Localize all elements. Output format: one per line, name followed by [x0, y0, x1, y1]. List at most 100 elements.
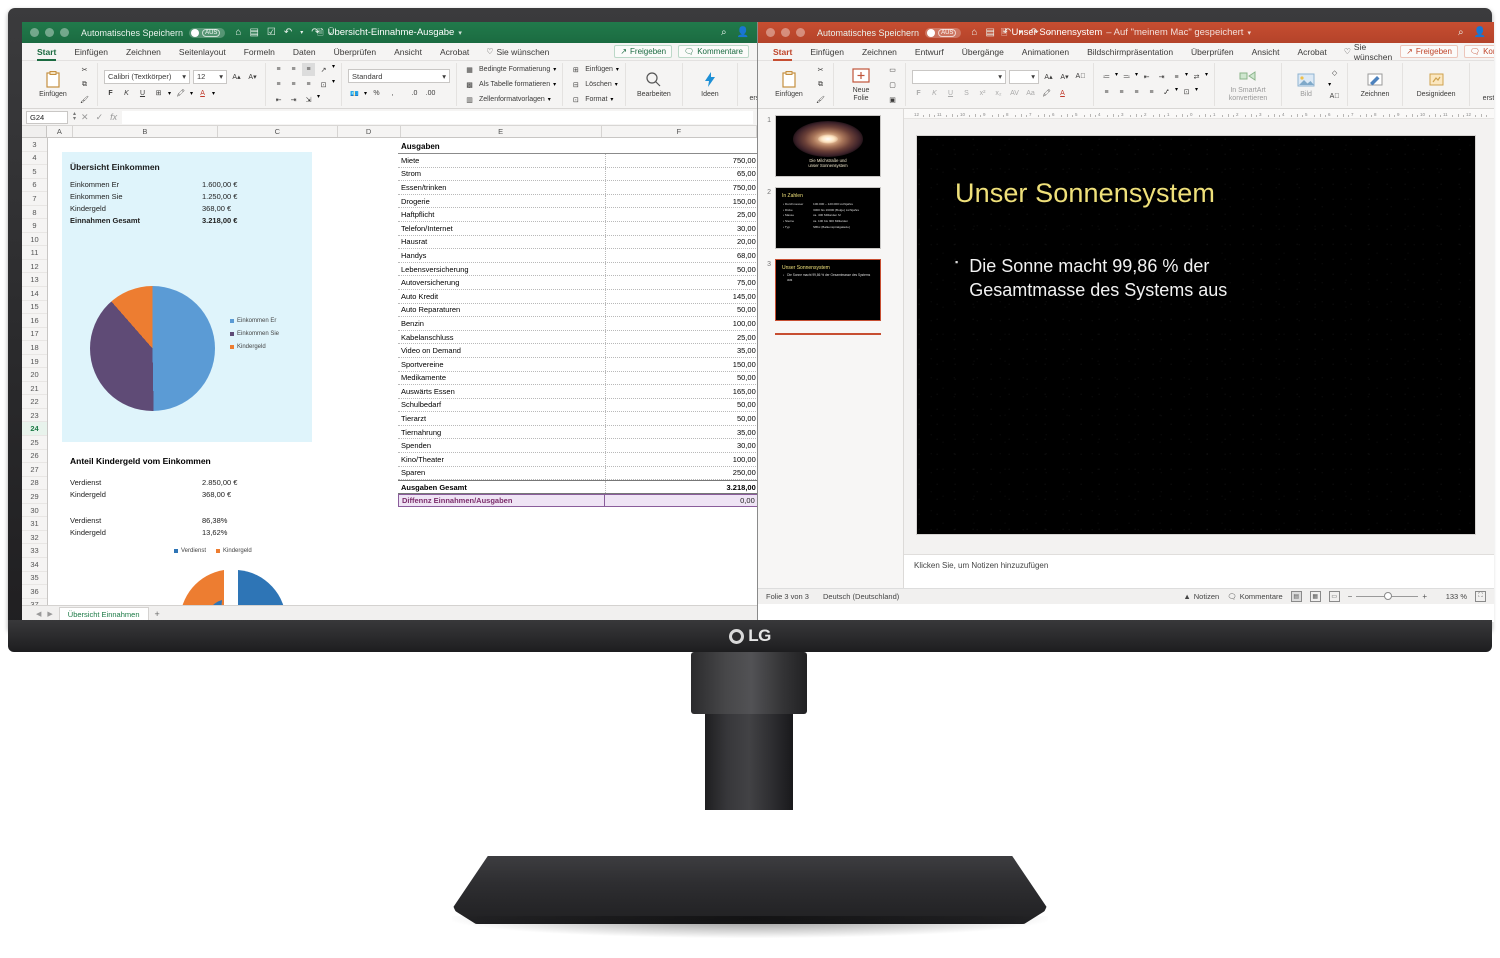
edit-button[interactable]: Bearbeiten: [632, 70, 676, 99]
font-name-box[interactable]: Calibri (Textkörper) ▾: [104, 69, 190, 84]
ribbon-group-cells[interactable]: ⊞ Einfügen ▾ ⊟ Löschen ▾ ⊡ Format ▾: [563, 63, 626, 106]
ppt-font-size-box[interactable]: ▾: [1009, 69, 1039, 84]
reset-icon[interactable]: ▢: [886, 78, 899, 91]
ppt-tab-ueberpruefen[interactable]: Überprüfen: [1182, 43, 1243, 61]
ppt-status-bar[interactable]: Folie 3 von 3 Deutsch (Deutschland) ▲ No…: [758, 588, 1494, 604]
row-header-18[interactable]: 18: [22, 341, 47, 355]
name-box-stepper[interactable]: ▴ ▾: [73, 111, 76, 122]
row-header-34[interactable]: 34: [22, 558, 47, 572]
ppt-titlebar-right[interactable]: ⌕ 👤: [1458, 27, 1486, 38]
quick-access-toolbar[interactable]: ⌂ ▤ ☑ ↶ ▾ ↷ ⌄: [235, 27, 334, 38]
ppt-tab-einfuegen[interactable]: Einfügen: [801, 43, 853, 61]
row-headers[interactable]: 3 4 5 6 7 8 9 10 11 12 13 14 15 16 17 18 19 20 21 22 23 24 25 2…: [22, 138, 48, 605]
tab-zeichnen[interactable]: Zeichnen: [117, 43, 170, 61]
formula-input[interactable]: [122, 110, 753, 124]
row-header-24[interactable]: 24: [22, 422, 47, 437]
numbering-icon[interactable]: ≕: [1120, 71, 1133, 84]
text-highlight-icon[interactable]: 🖍: [1040, 87, 1053, 100]
minimize-icon[interactable]: [781, 28, 790, 37]
paste-button[interactable]: Einfügen: [32, 70, 74, 99]
decrease-decimal-icon[interactable]: .00: [424, 87, 437, 100]
title-chevron-icon[interactable]: ▾: [1247, 29, 1251, 37]
ppt-tab-animationen[interactable]: Animationen: [1013, 43, 1078, 61]
ideas-button[interactable]: Ideen: [689, 70, 731, 99]
share-button[interactable]: ↗ Freigeben: [614, 45, 673, 58]
format-painter-icon[interactable]: 🖌: [78, 93, 91, 106]
copy-icon[interactable]: ⧉: [814, 78, 827, 91]
expenses-panel[interactable]: Ausgaben Miete 750,00 € Strom 65,00 € Essen/…: [398, 140, 757, 508]
superscript-icon[interactable]: x²: [976, 87, 989, 100]
tab-seitenlayout[interactable]: Seitenlayout: [170, 43, 235, 61]
row-header-33[interactable]: 33: [22, 544, 47, 558]
search-icon[interactable]: ⌕: [721, 27, 727, 38]
align-top-icon[interactable]: ≡: [272, 63, 285, 76]
qat-overflow-icon[interactable]: ⌄: [1047, 29, 1053, 36]
ribbon-group-clipboard[interactable]: Einfügen ✂ ⧉ 🖌: [26, 63, 98, 106]
column-header-f[interactable]: F: [602, 126, 757, 137]
ribbon-group-editing[interactable]: Bearbeiten: [626, 63, 683, 106]
convert-smartart-button[interactable]: In SmartArt konvertieren: [1221, 66, 1275, 103]
new-slide-button[interactable]: Neue Folie: [840, 66, 882, 103]
ppt-window-traffic-lights[interactable]: [766, 28, 805, 37]
columns-icon[interactable]: ⑇: [1160, 86, 1173, 99]
save-icon[interactable]: ▤: [249, 27, 258, 38]
slide-title[interactable]: Unser Sonnensystem: [955, 178, 1215, 209]
design-ideas-button[interactable]: Designideen: [1409, 70, 1463, 99]
ppt-ribbon[interactable]: Einfügen ✂ ⧉ 🖌 Neue Folie ▭ ▢ ▣ ▾ ▾ A▴ A…: [758, 61, 1494, 109]
picture-button[interactable]: Bild: [1288, 70, 1324, 99]
redo-icon[interactable]: ↷: [311, 27, 319, 38]
undo-chevron-icon[interactable]: ▾: [1019, 30, 1022, 36]
redo-icon[interactable]: ↷: [1030, 27, 1038, 38]
close-icon[interactable]: [766, 28, 775, 37]
excel-titlebar-right[interactable]: ⌕ 👤: [721, 27, 749, 38]
slide-editor-area[interactable]: 12 11 10 9 8 7 6 5 4 3 2 1 0 1 2 3 4 5 6 7 8 9 10 11 12 Unser So…: [904, 109, 1494, 588]
align-left-icon[interactable]: ≡: [1100, 86, 1113, 99]
row-header-36[interactable]: 36: [22, 585, 47, 599]
format-painter-icon[interactable]: 🖌: [814, 93, 827, 106]
ppt-tab-start[interactable]: Start: [764, 43, 801, 61]
bold-icon[interactable]: F: [104, 87, 117, 100]
undo-icon[interactable]: ↶: [284, 27, 292, 38]
ppt-group-insert[interactable]: Bild ◇ ▾ A⃞: [1282, 63, 1349, 106]
row-header-29[interactable]: 29: [22, 490, 47, 504]
undo-chevron-icon[interactable]: ▾: [300, 30, 303, 36]
search-icon[interactable]: ⌕: [1458, 27, 1464, 38]
tab-start[interactable]: Start: [28, 43, 65, 61]
row-header-12[interactable]: 12: [22, 260, 47, 274]
insert-cells-label[interactable]: Einfügen: [585, 66, 613, 73]
ppt-share-button[interactable]: ↗ Freigeben: [1400, 45, 1458, 58]
excel-ribbon[interactable]: Einfügen ✂ ⧉ 🖌 Calibri (Textkörper) ▾ 12…: [22, 61, 757, 109]
align-text-icon[interactable]: ⊡: [1180, 86, 1193, 99]
row-header-5[interactable]: 5: [22, 165, 47, 179]
increase-indent-icon[interactable]: ⇥: [287, 93, 300, 106]
comments-button[interactable]: 🗨 Kommentare: [678, 45, 749, 58]
income-pie-chart[interactable]: Einkommen Er Einkommen Sie Kindergeld: [80, 270, 310, 435]
maximize-icon[interactable]: [796, 28, 805, 37]
slide-sorter-view-icon[interactable]: ▦: [1309, 591, 1321, 602]
column-headers[interactable]: A B C D E F: [22, 126, 757, 138]
ppt-clipboard-tools[interactable]: ✂ ⧉ 🖌: [814, 63, 827, 106]
tab-einfuegen[interactable]: Einfügen: [65, 43, 117, 61]
ribbon-group-number[interactable]: Standard ▾ 💶 ▾ % , .0 .00: [342, 63, 458, 106]
ppt-group-draw[interactable]: Zeichnen: [1348, 63, 1404, 106]
qat-overflow-icon[interactable]: ⌄: [328, 29, 334, 36]
align-right-icon[interactable]: ≡: [302, 78, 315, 91]
slide-thumbnail-pane[interactable]: 1 Die Milchstraße und unser Sonnensystem: [758, 109, 904, 588]
account-icon[interactable]: 👤: [1474, 27, 1486, 38]
ribbon-group-ideas[interactable]: Ideen: [683, 63, 738, 106]
ppt-ribbon-tabs[interactable]: Start Einfügen Zeichnen Entwurf Übergäng…: [758, 42, 1494, 62]
ppt-tell-me-box[interactable]: ♡ Sie wünschen: [1336, 42, 1400, 62]
insert-tools[interactable]: ◇ ▾ A⃞: [1328, 66, 1341, 103]
fill-color-icon[interactable]: 🖍: [174, 87, 187, 100]
row-header-8[interactable]: 8: [22, 206, 47, 220]
kindergeld-panel[interactable]: Anteil Kindergeld vom Einkommen Verdiens…: [62, 452, 392, 605]
orientation-icon[interactable]: ↗: [317, 63, 330, 76]
text-direction-icon[interactable]: ⇄: [1190, 71, 1203, 84]
horizontal-ruler[interactable]: 12 11 10 9 8 7 6 5 4 3 2 1 0 1 2 3 4 5 6 7 8 9 10 11 12: [904, 109, 1494, 119]
thousands-icon[interactable]: ,: [386, 87, 399, 100]
excel-ribbon-tabs[interactable]: Start Einfügen Zeichnen Seitenlayout For…: [22, 43, 757, 61]
row-header-20[interactable]: 20: [22, 368, 47, 382]
row-header-27[interactable]: 27: [22, 463, 47, 477]
decrease-font-icon[interactable]: A▾: [246, 70, 259, 83]
cut-icon[interactable]: ✂: [78, 63, 91, 76]
